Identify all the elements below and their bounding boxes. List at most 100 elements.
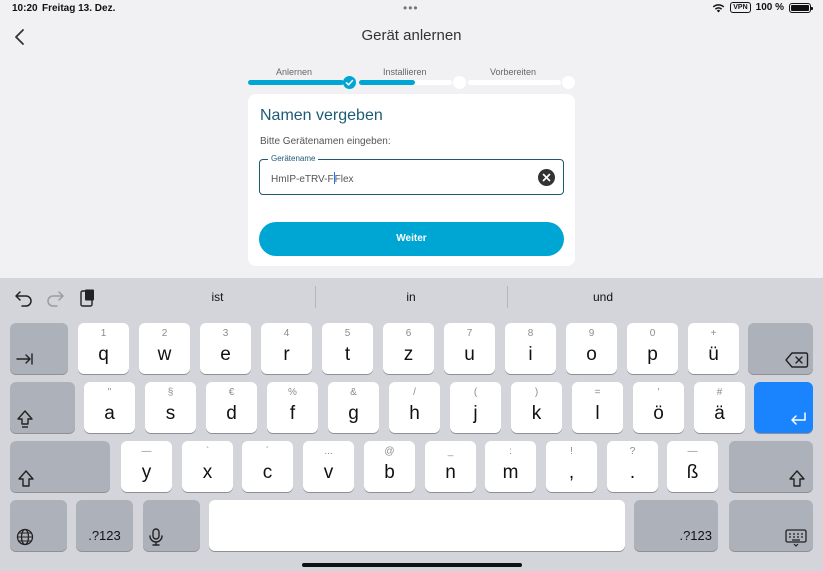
key-row2-0[interactable]: " a xyxy=(84,382,135,433)
key-main-char: , xyxy=(568,462,575,483)
key-row3-3[interactable]: ... v xyxy=(303,441,354,492)
key-row1-10[interactable]: + ü xyxy=(688,323,739,374)
key-row2-3[interactable]: % f xyxy=(267,382,318,433)
step-node-anlernen xyxy=(343,76,356,89)
undo-icon[interactable] xyxy=(14,288,34,308)
status-time: 10:20 xyxy=(12,3,38,14)
battery-icon xyxy=(789,2,813,13)
key-row3-1[interactable]: ` x xyxy=(182,441,233,492)
numbers-key-label: .?123 xyxy=(679,528,712,543)
step-node-installieren xyxy=(453,76,466,89)
multitasking-dots[interactable]: ••• xyxy=(403,1,419,15)
key-main-char: f xyxy=(289,403,296,424)
key-row1-7[interactable]: 8i xyxy=(505,323,556,374)
key-alt-char: " xyxy=(107,387,112,398)
numbers-key-right[interactable]: .?123 xyxy=(634,500,718,551)
suggestion-1[interactable]: ist xyxy=(120,278,315,316)
key-alt-char: = xyxy=(594,387,601,398)
page-title: Gerät anlernen xyxy=(361,27,462,44)
key-row2-8[interactable]: = l xyxy=(572,382,623,433)
dictation-key[interactable] xyxy=(143,500,200,551)
key-alt-char: § xyxy=(167,387,174,398)
key-row3-7[interactable]: !, xyxy=(546,441,597,492)
device-name-input[interactable]: Gerätename HmIP-eTRV-FFlex xyxy=(259,154,564,195)
key-row1-6[interactable]: 7u xyxy=(444,323,495,374)
shift-left-key[interactable] xyxy=(10,441,110,492)
key-alt-char: ... xyxy=(324,446,333,457)
key-row1-1[interactable]: 2w xyxy=(139,323,190,374)
key-row1-3[interactable]: 4r xyxy=(261,323,312,374)
key-main-char: i xyxy=(528,344,533,365)
card-prompt: Bitte Gerätenamen eingeben: xyxy=(260,136,391,147)
key-row3-9[interactable]: — ß xyxy=(667,441,718,492)
globe-key[interactable] xyxy=(10,500,67,551)
key-alt-char: ) xyxy=(534,387,539,398)
numbers-key-label: .?123 xyxy=(88,528,121,543)
key-alt-char: 0 xyxy=(649,328,656,339)
globe-icon xyxy=(16,528,34,546)
name-card: Namen vergeben Bitte Gerätenamen eingebe… xyxy=(248,94,575,266)
key-row3-4[interactable]: @ b xyxy=(364,441,415,492)
status-date: Freitag 13. Dez. xyxy=(42,3,116,14)
key-row2-9[interactable]: ' ö xyxy=(633,382,684,433)
key-main-char: s xyxy=(165,403,176,424)
key-alt-char: # xyxy=(716,387,723,398)
tab-key[interactable] xyxy=(10,323,68,374)
shift-right-key[interactable] xyxy=(729,441,813,492)
key-row3-6[interactable]: :m xyxy=(485,441,536,492)
key-row2-10[interactable]: # ä xyxy=(694,382,745,433)
key-row1-5[interactable]: 6z xyxy=(383,323,434,374)
key-row2-6[interactable]: (j xyxy=(450,382,501,433)
card-title: Namen vergeben xyxy=(260,107,383,124)
key-row1-4[interactable]: 5t xyxy=(322,323,373,374)
key-alt-char: / xyxy=(413,387,416,398)
key-alt-char: ` xyxy=(205,446,210,457)
backspace-key[interactable] xyxy=(748,323,813,374)
return-key[interactable] xyxy=(754,382,813,433)
hide-keyboard-key[interactable] xyxy=(729,500,813,551)
key-alt-char: 4 xyxy=(283,328,290,339)
numbers-key-left[interactable]: .?123 xyxy=(76,500,133,551)
key-main-char: e xyxy=(220,344,231,365)
redo-icon[interactable] xyxy=(45,288,65,308)
key-row3-8[interactable]: ?. xyxy=(607,441,658,492)
key-row2-5[interactable]: / h xyxy=(389,382,440,433)
key-row2-2[interactable]: € d xyxy=(206,382,257,433)
space-key[interactable] xyxy=(209,500,625,551)
key-row1-8[interactable]: 9o xyxy=(566,323,617,374)
key-alt-char: 1 xyxy=(100,328,107,339)
key-main-char: ä xyxy=(714,403,725,424)
return-icon xyxy=(791,412,806,425)
key-row2-1[interactable]: § s xyxy=(145,382,196,433)
key-row3-5[interactable]: _ n xyxy=(425,441,476,492)
caps-lock-key[interactable] xyxy=(10,382,75,433)
key-row1-9[interactable]: 0p xyxy=(627,323,678,374)
keyboard-dismiss-icon xyxy=(785,529,807,547)
onscreen-keyboard: ist in und 1 q 2 w 3 e 4 r 5 t 6 z 7 u 8 i 9 o 0 p + ü " a § s € d… xyxy=(0,278,823,571)
step-bar-installieren xyxy=(359,80,452,85)
key-alt-char: & xyxy=(350,387,357,398)
close-icon xyxy=(542,173,551,182)
key-alt-char: € xyxy=(228,387,235,398)
key-row2-4[interactable]: & g xyxy=(328,382,379,433)
key-row3-2[interactable]: ´ c xyxy=(242,441,293,492)
step-label-anlernen: Anlernen xyxy=(276,67,313,77)
key-alt-char: 8 xyxy=(527,328,534,339)
device-name-value[interactable]: HmIP-eTRV-FFlex xyxy=(271,172,354,185)
key-row2-7[interactable]: ) k xyxy=(511,382,562,433)
wifi-icon xyxy=(713,3,725,12)
continue-button[interactable]: Weiter xyxy=(259,222,564,256)
home-indicator[interactable] xyxy=(302,563,522,567)
suggestion-3[interactable]: und xyxy=(508,278,698,316)
shift-icon xyxy=(18,470,34,487)
key-row1-2[interactable]: 3e xyxy=(200,323,251,374)
key-alt-char: : xyxy=(509,446,512,457)
caps-lock-icon xyxy=(17,410,33,428)
suggestion-2[interactable]: in xyxy=(316,278,506,316)
key-row3-0[interactable]: — y xyxy=(121,441,172,492)
key-row1-0[interactable]: 1q xyxy=(78,323,129,374)
status-right: VPN 100 % xyxy=(712,2,813,13)
step-label-vorbereiten: Vorbereiten xyxy=(490,67,537,77)
clear-input-button[interactable] xyxy=(538,169,555,186)
paste-icon[interactable] xyxy=(77,288,97,308)
